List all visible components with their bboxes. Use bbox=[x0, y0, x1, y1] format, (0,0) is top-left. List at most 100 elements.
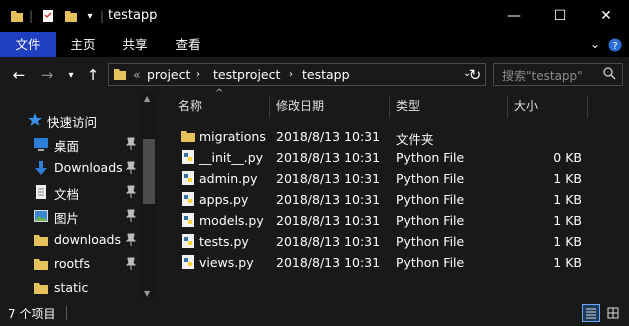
properties-icon[interactable] bbox=[38, 0, 58, 32]
minimize-button[interactable]: — bbox=[491, 0, 537, 32]
breadcrumb-overflow[interactable]: « bbox=[133, 67, 141, 82]
file-date: 2018/8/13 10:31 bbox=[276, 192, 381, 207]
sidebar-item-downloads[interactable]: downloads bbox=[0, 229, 140, 252]
tab-home[interactable]: 主页 bbox=[58, 32, 108, 57]
search-input[interactable]: 搜索"testapp" bbox=[502, 67, 583, 84]
sidebar-item-pictures[interactable]: 图片 bbox=[0, 205, 140, 228]
breadcrumb-testapp[interactable]: testapp bbox=[302, 67, 350, 82]
file-size: 1 KB bbox=[553, 255, 582, 270]
refresh-icon[interactable]: ↻ bbox=[466, 65, 484, 85]
search-box[interactable]: 搜索"testapp" bbox=[493, 63, 623, 86]
tab-file[interactable]: 文件 bbox=[0, 32, 56, 57]
forward-arrow-icon[interactable]: → bbox=[38, 65, 56, 85]
pin-icon[interactable] bbox=[125, 233, 137, 247]
sidebar-item-label: 快速访问 bbox=[47, 115, 98, 130]
sidebar-item-label: 桌面 bbox=[54, 139, 80, 154]
up-arrow-icon[interactable]: ↑ bbox=[84, 65, 102, 85]
file-row-views[interactable]: views.py 2018/8/13 10:31 Python File 1 K… bbox=[177, 252, 597, 273]
chevron-right-icon[interactable]: › bbox=[289, 69, 293, 80]
sidebar-item-downloads-quick[interactable]: Downloads bbox=[0, 157, 140, 180]
sidebar-item-label: Downloads bbox=[54, 160, 123, 175]
pin-icon[interactable] bbox=[125, 257, 137, 271]
breadcrumb-project[interactable]: project bbox=[147, 67, 190, 82]
file-row-models[interactable]: models.py 2018/8/13 10:31 Python File 1 … bbox=[177, 210, 597, 231]
file-type: Python File bbox=[396, 234, 465, 249]
file-date: 2018/8/13 10:31 bbox=[276, 150, 381, 165]
file-size: 1 KB bbox=[553, 234, 582, 249]
python-file-icon bbox=[180, 191, 196, 207]
scrollbar-thumb[interactable] bbox=[143, 139, 155, 204]
sidebar-item-quick-access[interactable]: 快速访问 bbox=[0, 109, 140, 132]
divider bbox=[66, 306, 67, 320]
sidebar-item-label: 图片 bbox=[54, 211, 80, 226]
picture-icon bbox=[33, 208, 49, 224]
recent-locations-icon[interactable]: ▾ bbox=[64, 65, 78, 85]
download-arrow-icon bbox=[33, 160, 49, 176]
file-name: models.py bbox=[199, 213, 264, 228]
sidebar-item-label: static bbox=[54, 280, 89, 295]
pin-icon[interactable] bbox=[125, 161, 137, 175]
file-name: apps.py bbox=[199, 192, 249, 207]
file-type: Python File bbox=[396, 255, 465, 270]
sidebar-item-static[interactable]: static bbox=[0, 277, 140, 300]
back-arrow-icon[interactable]: ← bbox=[10, 65, 28, 85]
divider: | bbox=[28, 9, 34, 23]
file-row-init[interactable]: __init__.py 2018/8/13 10:31 Python File … bbox=[177, 147, 597, 168]
sidebar-item-desktop[interactable]: 桌面 bbox=[0, 133, 140, 156]
python-file-icon bbox=[180, 254, 196, 270]
window-title: testapp bbox=[108, 8, 158, 23]
file-row-migrations[interactable]: migrations 2018/8/13 10:31 文件夹 bbox=[177, 126, 597, 147]
file-size: 1 KB bbox=[553, 213, 582, 228]
navigation-pane: 快速访问 桌面 Downloads 文档 图片 downloads rootfs… bbox=[0, 92, 157, 300]
folder-icon bbox=[33, 256, 49, 272]
sidebar-item-documents[interactable]: 文档 bbox=[0, 181, 140, 204]
column-header-size[interactable]: 大小 bbox=[514, 97, 538, 114]
new-folder-icon[interactable] bbox=[62, 0, 80, 32]
sort-ascending-icon: ^ bbox=[215, 88, 224, 99]
folder-icon[interactable] bbox=[8, 0, 26, 32]
column-header-type[interactable]: 类型 bbox=[396, 97, 420, 114]
file-name: admin.py bbox=[199, 171, 258, 186]
file-row-admin[interactable]: admin.py 2018/8/13 10:31 Python File 1 K… bbox=[177, 168, 597, 189]
file-date: 2018/8/13 10:31 bbox=[276, 213, 381, 228]
column-divider[interactable] bbox=[389, 96, 390, 118]
file-list: ^ 名称 修改日期 类型 大小 migrations 2018/8/13 10:… bbox=[157, 88, 629, 300]
scroll-up-icon[interactable]: ▲ bbox=[144, 94, 150, 103]
document-icon bbox=[33, 184, 49, 200]
column-divider[interactable] bbox=[269, 96, 270, 118]
divider: | bbox=[99, 9, 105, 23]
file-name: migrations bbox=[199, 129, 266, 144]
python-file-icon bbox=[180, 149, 196, 165]
pin-icon[interactable] bbox=[125, 209, 137, 223]
python-file-icon bbox=[180, 212, 196, 228]
tab-share[interactable]: 共享 bbox=[110, 32, 160, 57]
sidebar-item-rootfs[interactable]: rootfs bbox=[0, 253, 140, 276]
file-row-tests[interactable]: tests.py 2018/8/13 10:31 Python File 1 K… bbox=[177, 231, 597, 252]
folder-icon bbox=[33, 232, 49, 248]
customize-toolbar-icon[interactable]: ▾ bbox=[82, 0, 98, 32]
title-bar: | ▾ | testapp — ☐ ✕ bbox=[0, 0, 629, 32]
chevron-right-icon[interactable]: › bbox=[196, 69, 200, 80]
details-view-icon[interactable] bbox=[582, 304, 600, 322]
scroll-down-icon[interactable]: ▼ bbox=[144, 289, 150, 298]
file-row-apps[interactable]: apps.py 2018/8/13 10:31 Python File 1 KB bbox=[177, 189, 597, 210]
column-header-name[interactable]: 名称 bbox=[178, 97, 202, 114]
column-divider[interactable] bbox=[587, 96, 588, 118]
chevron-down-icon[interactable]: ⌄ bbox=[586, 28, 604, 60]
column-header-date[interactable]: 修改日期 bbox=[276, 97, 324, 114]
tab-view[interactable]: 查看 bbox=[162, 32, 214, 57]
item-count: 7 个项目 bbox=[8, 307, 56, 321]
pin-icon[interactable] bbox=[125, 185, 137, 199]
column-divider[interactable] bbox=[507, 96, 508, 118]
python-file-icon bbox=[180, 170, 196, 186]
file-type: Python File bbox=[396, 192, 465, 207]
breadcrumb-testproject[interactable]: testproject bbox=[213, 67, 280, 82]
pin-icon[interactable] bbox=[125, 137, 137, 151]
file-type: Python File bbox=[396, 150, 465, 165]
file-date: 2018/8/13 10:31 bbox=[276, 234, 381, 249]
maximize-button[interactable]: ☐ bbox=[537, 0, 583, 32]
large-icons-view-icon[interactable] bbox=[604, 304, 622, 322]
address-bar[interactable]: « project › testproject › testapp ⌄ bbox=[108, 63, 486, 86]
search-icon[interactable] bbox=[603, 67, 616, 83]
sidebar-item-label: rootfs bbox=[54, 256, 90, 271]
